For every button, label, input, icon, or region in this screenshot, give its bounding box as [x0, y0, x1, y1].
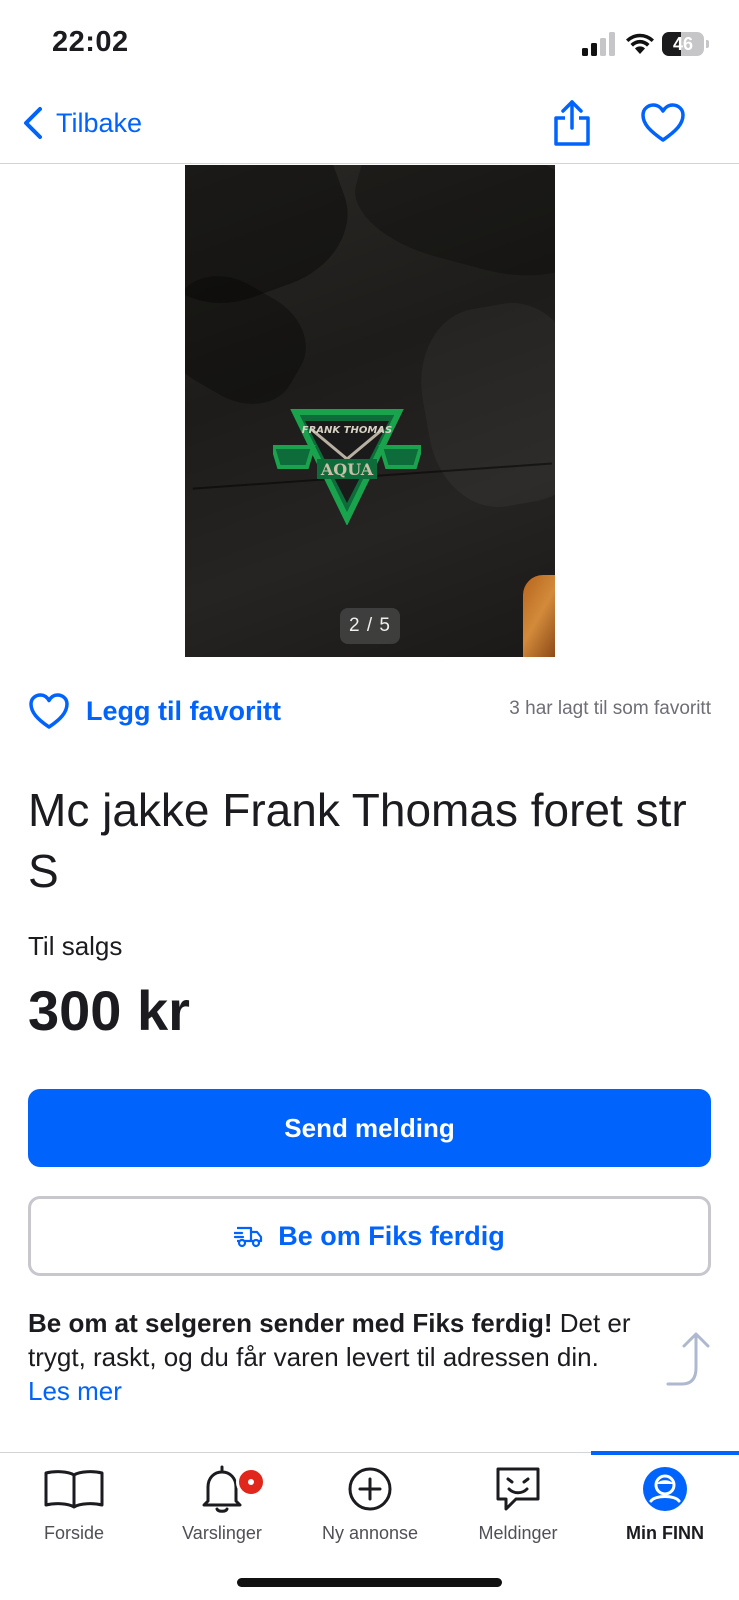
wifi-icon	[626, 33, 654, 54]
tab-label-ny-annonse: Ny annonse	[321, 1523, 419, 1543]
patch-brand: FRANK THOMAS	[302, 425, 392, 436]
brand-patch: FRANK THOMAS AQUA	[273, 409, 421, 525]
heart-icon[interactable]	[640, 102, 686, 144]
fiks-ferdig-button[interactable]: Be om Fiks ferdig	[28, 1196, 711, 1276]
notification-badge	[236, 1467, 266, 1497]
listing-image[interactable]: FRANK THOMAS AQUA 2 / 5	[185, 165, 555, 657]
scroll-to-top-icon[interactable]	[660, 1328, 716, 1390]
favorite-row: Legg til favoritt 3 har lagt til som fav…	[28, 688, 711, 734]
book-icon	[44, 1470, 104, 1509]
chat-icon	[496, 1467, 540, 1511]
back-button[interactable]: Tilbake	[20, 100, 142, 146]
profile-icon	[643, 1467, 687, 1511]
plus-circle-icon	[348, 1467, 392, 1511]
tab-forside[interactable]: Forside	[0, 1463, 148, 1563]
tab-min-finn[interactable]: Min FINN	[591, 1463, 739, 1563]
back-label: Tilbake	[56, 107, 143, 138]
active-tab-indicator	[591, 1451, 739, 1455]
heart-outline-icon	[29, 693, 69, 729]
fiks-ferdig-info: Be om at selgeren sender med Fiks ferdig…	[28, 1306, 638, 1408]
status-time: 22:02	[52, 26, 129, 58]
patch-text: AQUA	[320, 460, 374, 479]
tab-varslinger[interactable]: Varslinger	[148, 1463, 296, 1563]
status-bar: 22:02 46	[0, 0, 739, 90]
battery-indicator: 46	[662, 32, 709, 56]
price: 300 kr	[28, 979, 190, 1042]
tab-meldinger[interactable]: Meldinger	[444, 1463, 592, 1563]
battery-level: 46	[672, 34, 694, 54]
fiks-ferdig-label: Be om Fiks ferdig	[278, 1220, 505, 1251]
tab-label-meldinger: Meldinger	[478, 1523, 558, 1543]
favorite-count: 3 har lagt til som favoritt	[509, 698, 711, 719]
navigation-bar: Tilbake	[0, 90, 739, 164]
tab-ny-annonse[interactable]: Ny annonse	[296, 1463, 444, 1563]
read-more-link[interactable]: Les mer	[28, 1376, 122, 1406]
image-counter: 2 / 5	[340, 608, 400, 644]
add-favorite-button[interactable]: Legg til favoritt	[28, 688, 281, 734]
delivery-truck-icon	[234, 1226, 263, 1248]
add-favorite-label: Legg til favoritt	[86, 695, 281, 726]
tab-label-min-finn: Min FINN	[626, 1523, 704, 1543]
tab-label-varslinger: Varslinger	[182, 1523, 262, 1543]
home-indicator	[237, 1578, 502, 1587]
chevron-left-icon	[24, 107, 42, 139]
send-message-button[interactable]: Send melding	[28, 1089, 711, 1167]
info-bold-text: Be om at selgeren sender med Fiks ferdig…	[28, 1308, 553, 1338]
share-icon[interactable]	[550, 98, 594, 148]
sale-type: Til salgs	[28, 931, 123, 961]
tab-label-forside: Forside	[43, 1523, 105, 1543]
cellular-signal-icon	[582, 32, 615, 56]
listing-title: Mc jakke Frank Thomas foret str S	[28, 784, 687, 897]
